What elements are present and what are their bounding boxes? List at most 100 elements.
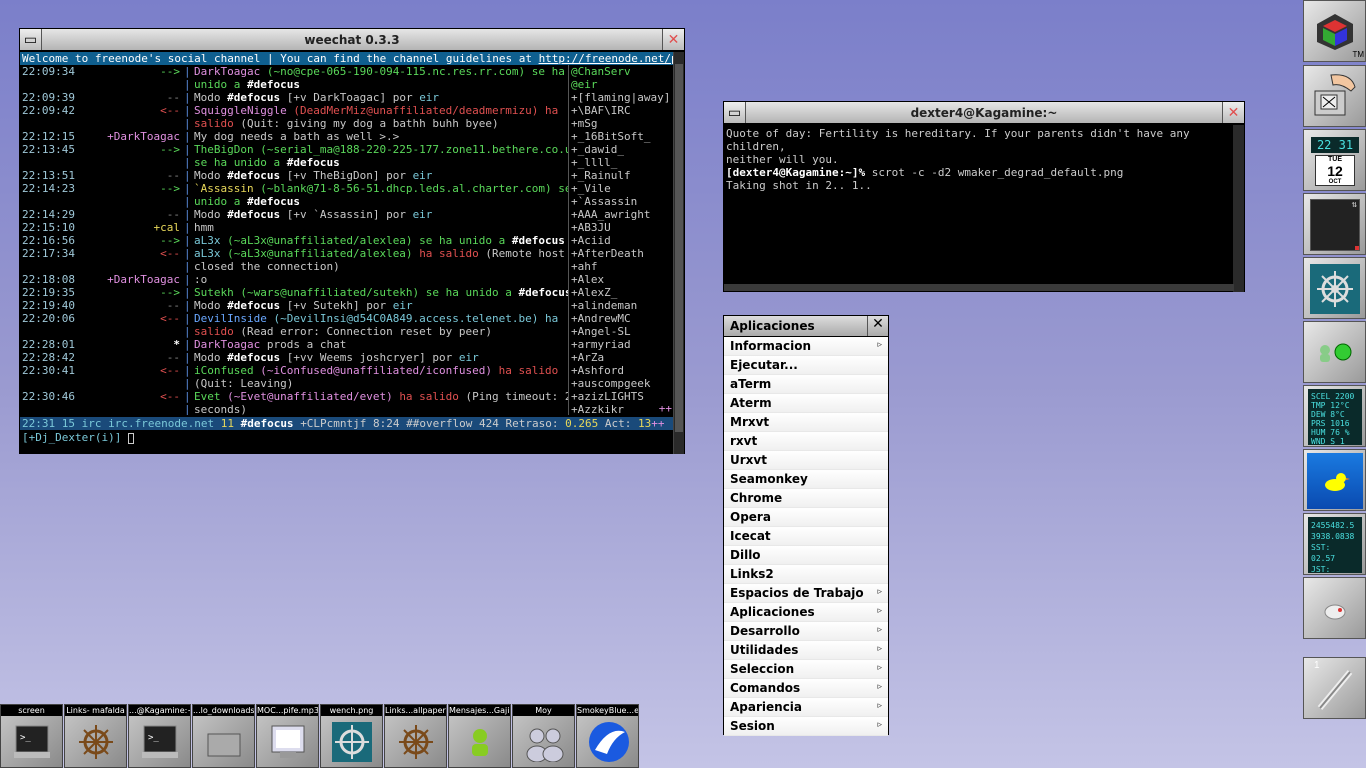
dock-pager[interactable]: ⇅	[1303, 193, 1366, 255]
menu-item[interactable]: Espacios de Trabajo ▹	[724, 584, 888, 603]
people-icon	[523, 721, 565, 763]
taskbar-item[interactable]: MOC...pife.mp3	[256, 704, 319, 768]
topic-link[interactable]: http://freenode.net/pounddef	[539, 52, 674, 65]
menu-item[interactable]: aTerm	[724, 375, 888, 394]
menu-item[interactable]: Aplicaciones ▹	[724, 603, 888, 622]
nick-item[interactable]: +auscompgeek	[569, 377, 674, 390]
menu-item[interactable]: Icecat	[724, 527, 888, 546]
input-line[interactable]: [+Dj_Dexter(i)]	[20, 431, 674, 445]
menu-item[interactable]: Apariencia ▹	[724, 698, 888, 717]
dock-screenshot[interactable]	[1303, 65, 1366, 127]
menu-item[interactable]: Opera	[724, 508, 888, 527]
weechat-scrollbar[interactable]	[673, 52, 684, 454]
drive-icon	[1310, 584, 1360, 634]
terminal-titlebar[interactable]: ▭ dexter4@Kagamine:~ ✕	[724, 102, 1244, 124]
nick-item[interactable]: +AndrewMC	[569, 312, 674, 325]
nick-item[interactable]: +mSg	[569, 117, 674, 130]
nick-item[interactable]: @eir	[569, 78, 674, 91]
terminal-window[interactable]: ▭ dexter4@Kagamine:~ ✕ Quote of day: Fer…	[723, 101, 1245, 292]
close-icon[interactable]: ✕	[1222, 102, 1244, 123]
menu-item[interactable]: Ejecutar...	[724, 356, 888, 375]
menu-item[interactable]: Seamonkey	[724, 470, 888, 489]
nick-item[interactable]: +_16BitSoft_	[569, 130, 674, 143]
dock-clock[interactable]: 22 31 TUE 12 OCT	[1303, 129, 1366, 191]
nick-item[interactable]: +\BAF\IRC	[569, 104, 674, 117]
term-icon: >_	[139, 721, 181, 763]
cursor	[127, 432, 134, 444]
menu-item[interactable]: Sesion ▹	[724, 717, 888, 736]
chat-line: | se ha unido a #defocus	[184, 156, 340, 169]
chat-line: | unido a #defocus	[184, 78, 300, 91]
nick-item[interactable]: +alindeman	[569, 299, 674, 312]
weather-readout: SCEL 2200 TMP 12°C DEW 8°C PRS 1016 HUM 76 %…	[1308, 389, 1362, 446]
nick-item[interactable]: +armyriad	[569, 338, 674, 351]
terminal-output[interactable]: Quote of day: Fertility is hereditary. I…	[724, 125, 1234, 285]
weechat-titlebar[interactable]: ▭ weechat 0.3.3 ✕	[20, 29, 684, 51]
nick-item[interactable]: +AlexZ_	[569, 286, 674, 299]
chat-line: 22:14:29 -- | Modo #defocus [+v `Assassin] …	[22, 208, 433, 221]
nick-item[interactable]: +ArZa	[569, 351, 674, 364]
menu-item[interactable]: Chrome	[724, 489, 888, 508]
menu-item[interactable]: Utilidades ▹	[724, 641, 888, 660]
close-icon[interactable]: ✕	[867, 316, 888, 336]
dock-wheel[interactable]	[1303, 257, 1366, 319]
minimize-icon[interactable]: ▭	[20, 29, 42, 50]
message-list: 22:09:34 --> | DarkToagac (~no@cpe-065-190-…	[20, 65, 568, 415]
menu-item[interactable]: Urxvt	[724, 451, 888, 470]
dock-mount[interactable]	[1303, 577, 1366, 639]
nick-item[interactable]: +ahf	[569, 260, 674, 273]
nick-item[interactable]: +Angel-SL	[569, 325, 674, 338]
nick-item[interactable]: +AB3JU	[569, 221, 674, 234]
weechat-window[interactable]: ▭ weechat 0.3.3 ✕ Welcome to freenode's …	[19, 28, 685, 454]
menu-item[interactable]: Comandos ▹	[724, 679, 888, 698]
dock-duck[interactable]	[1303, 449, 1366, 511]
nick-item[interactable]: +Alex	[569, 273, 674, 286]
taskbar-item[interactable]: wench.png	[320, 704, 383, 768]
menu-title[interactable]: Aplicaciones ✕	[724, 316, 888, 337]
taskbar-item[interactable]: ...lo_downloads	[192, 704, 255, 768]
dock-wmaker-logo[interactable]: TM	[1303, 0, 1366, 62]
taskbar-item[interactable]: screen >_	[0, 704, 63, 768]
nick-item[interactable]: +AfterDeath	[569, 247, 674, 260]
menu-item[interactable]: Desarrollo ▹	[724, 622, 888, 641]
nick-item[interactable]: +_Vile	[569, 182, 674, 195]
menu-item[interactable]: Links2	[724, 565, 888, 584]
menu-item[interactable]: Dillo	[724, 546, 888, 565]
taskbar-item[interactable]: Moy	[512, 704, 575, 768]
menu-item[interactable]: Informacion ▹	[724, 337, 888, 356]
dock-astro[interactable]: 2455482.53938.0838SST: 02.57JST: 30.30XS…	[1303, 513, 1366, 607]
terminal-scrollbar[interactable]	[1233, 125, 1244, 292]
menu-item[interactable]: Seleccion ▹	[724, 660, 888, 679]
taskbar-item[interactable]: SmokeyBlue...ey	[576, 704, 639, 768]
chat-line: 22:18:08 +DarkToagac |:o	[22, 273, 208, 286]
taskbar-item[interactable]: Links- mafalda	[64, 704, 127, 768]
dock-weather[interactable]: SCEL 2200 TMP 12°C DEW 8°C PRS 1016 HUM 76 %…	[1303, 385, 1366, 447]
taskbar-item[interactable]: ...@Kagamine:~ >_	[128, 704, 191, 768]
nick-item[interactable]: @ChanServ	[569, 65, 674, 78]
taskbar-item[interactable]: Mensajes...Gajim	[448, 704, 511, 768]
nick-item[interactable]: +_Rainulf	[569, 169, 674, 182]
chat-line: 22:19:40 -- | Modo #defocus [+v Sutekh] por…	[22, 299, 413, 312]
terminal-hscroll[interactable]	[724, 284, 1234, 291]
nick-item[interactable]: +[flaming|away]	[569, 91, 674, 104]
wheel-icon	[75, 721, 117, 763]
nick-list[interactable]: @ChanServ @eir +[flaming|away] +\BAF\IRC +mS…	[568, 65, 674, 415]
minimize-icon[interactable]: ▭	[724, 102, 746, 123]
chat-line: | salido (Read error: Connection reset by…	[184, 325, 493, 338]
menu-item[interactable]: rxvt	[724, 432, 888, 451]
nick-item[interactable]: +Aciid	[569, 234, 674, 247]
weechat-buffer[interactable]: Welcome to freenode's social channel | Y…	[20, 52, 674, 454]
nick-item[interactable]: +Ashford	[569, 364, 674, 377]
nick-item[interactable]: +_llll_	[569, 156, 674, 169]
close-icon[interactable]: ✕	[662, 29, 684, 50]
taskbar-item[interactable]: Links...allpapers	[384, 704, 447, 768]
dock-gajim[interactable]	[1303, 321, 1366, 383]
nick-item[interactable]: +AAA_awright	[569, 208, 674, 221]
menu-item[interactable]: Aterm	[724, 394, 888, 413]
applications-menu[interactable]: Aplicaciones ✕ Informacion ▹ Ejecutar... aTe…	[723, 315, 889, 736]
dock-clip[interactable]: 1	[1303, 657, 1366, 719]
nick-item[interactable]: +_dawid_	[569, 143, 674, 156]
menu-item[interactable]: Mrxvt	[724, 413, 888, 432]
nick-item[interactable]: +`Assassin	[569, 195, 674, 208]
chat-line: | closed the connection)	[184, 260, 340, 273]
